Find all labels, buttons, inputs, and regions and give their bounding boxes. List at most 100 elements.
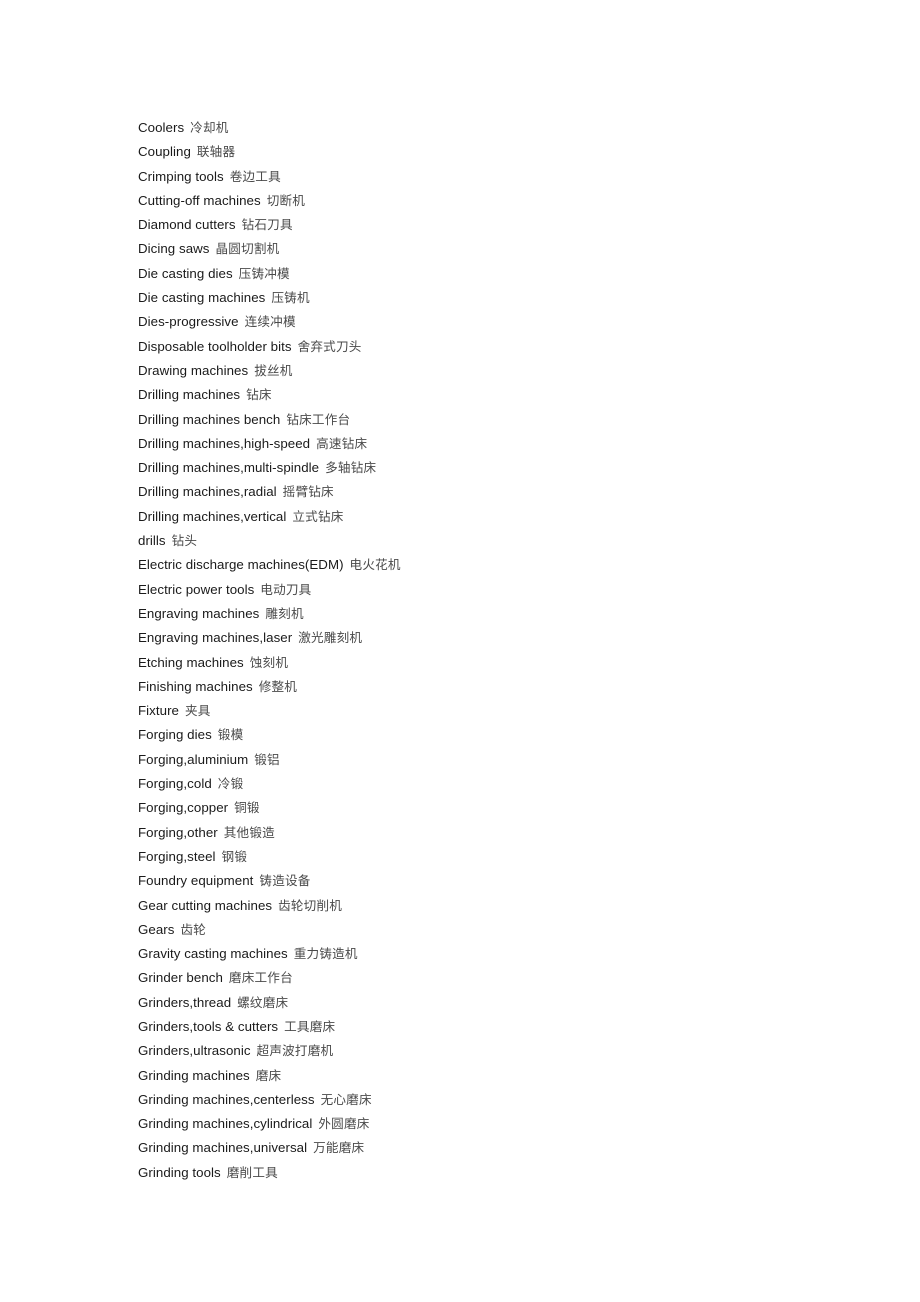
term-english: Crimping tools [138,168,224,184]
term-english: drills [138,533,166,549]
term-english: Dies-progressive [138,314,239,330]
glossary-entry: Grinders,ultrasonic 超声波打磨机 [138,1039,878,1063]
term-english: Forging,other [138,824,218,840]
term-english: Grinders,tools & cutters [138,1018,279,1034]
glossary-entry: Forging,copper 铜锻 [138,796,878,820]
term-chinese: 卷边工具 [229,168,281,184]
glossary-entry: Crimping tools 卷边工具 [138,165,878,189]
term-chinese: 高速钻床 [316,435,368,451]
glossary-list: Coolers 冷却机 Coupling 联轴器 Crimping tools 卷边工具 C… [138,116,878,1185]
glossary-entry: Cutting-off machines 切断机 [138,189,878,213]
term-chinese: 铸造设备 [259,873,311,889]
glossary-entry: Grinders,tools & cutters 工具磨床 [138,1015,878,1039]
term-english: Grinder bench [138,970,223,986]
glossary-entry: Engraving machines 雕刻机 [138,602,878,626]
term-english: Die casting dies [138,265,233,281]
term-english: Dicing saws [138,241,210,257]
term-chinese: 激光雕刻机 [298,630,363,646]
term-english: Drilling machines [138,387,241,403]
term-english: Die casting machines [138,290,266,306]
glossary-entry: Drawing machines 拔丝机 [138,359,878,383]
term-english: Grinding tools [138,1164,221,1180]
term-english: Coupling [138,144,191,160]
term-chinese: 冷却机 [190,120,229,135]
term-english: Drilling machines,high-speed [138,435,311,451]
glossary-entry: Dies-progressive 连续冲模 [138,310,878,334]
glossary-entry: Grinding machines,centerless 无心磨床 [138,1088,878,1112]
glossary-entry: Grinder bench 磨床工作台 [138,966,878,990]
term-chinese: 重力铸造机 [293,946,358,962]
glossary-entry: Coupling 联轴器 [138,140,878,164]
term-english: Etching machines [138,654,244,670]
term-chinese: 超声波打磨机 [256,1043,334,1059]
glossary-entry: Grinding machines,cylindrical 外圆磨床 [138,1112,878,1136]
term-chinese: 钢锻 [221,848,248,864]
term-english: Finishing machines [138,678,253,694]
term-chinese: 摇臂钻床 [282,484,334,500]
term-english: Grinding machines,centerless [138,1091,315,1107]
document-page: Coolers 冷却机 Coupling 联轴器 Crimping tools 卷边工具 C… [0,0,920,1302]
term-chinese: 钻床 [246,387,272,403]
term-chinese: 冷锻 [217,776,244,792]
term-chinese: 螺纹磨床 [237,994,289,1010]
glossary-entry: Gravity casting machines 重力铸造机 [138,942,878,966]
glossary-entry: Disposable toolholder bits 舍弃式刀头 [138,335,878,359]
glossary-entry: Forging,other 其他锻造 [138,821,878,845]
term-chinese: 雕刻机 [265,605,304,621]
term-english: Grinding machines,universal [138,1140,308,1156]
glossary-entry: Dicing saws 晶圆切割机 [138,237,878,261]
term-english: Drilling machines bench [138,411,281,427]
glossary-entry: Forging,cold 冷锻 [138,772,878,796]
term-chinese: 连续冲模 [244,314,296,330]
glossary-entry: Drilling machines,high-speed 高速钻床 [138,432,878,456]
glossary-entry: Grinders,thread 螺纹磨床 [138,991,878,1015]
term-english: Forging,copper [138,800,229,816]
glossary-entry: Drilling machines,radial 摇臂钻床 [138,480,878,504]
glossary-entry: Forging,aluminium 锻铝 [138,748,878,772]
glossary-entry: Gear cutting machines 齿轮切削机 [138,894,878,918]
glossary-entry: Grinding machines,universal 万能磨床 [138,1136,878,1160]
term-chinese: 锻模 [217,727,244,743]
glossary-entry: drills 钻头 [138,529,878,553]
term-chinese: 锻铝 [254,751,280,767]
glossary-entry: Foundry equipment 铸造设备 [138,869,878,893]
term-english: Electric discharge machines(EDM) [138,557,344,573]
term-english: Engraving machines,laser [138,630,293,646]
term-english: Grinders,thread [138,994,232,1010]
glossary-entry: Coolers 冷却机 [138,116,878,140]
term-english: Grinding machines,cylindrical [138,1116,313,1132]
term-chinese: 万能磨床 [313,1140,365,1156]
term-chinese: 钻头 [171,533,198,549]
glossary-entry: Fixture 夹具 [138,699,878,723]
term-chinese: 舍弃式刀头 [297,338,362,354]
term-chinese: 磨床工作台 [228,970,293,986]
term-chinese: 钻床工作台 [286,411,351,427]
term-chinese: 电动刀具 [260,581,312,597]
term-chinese: 其他锻造 [223,824,275,840]
term-english: Forging,steel [138,848,216,864]
term-english: Diamond cutters [138,217,236,233]
glossary-entry: Die casting dies 压铸冲模 [138,262,878,286]
term-chinese: 立式钻床 [292,508,344,524]
term-english: Gears [138,921,175,937]
term-english: Foundry equipment [138,873,254,889]
term-chinese: 压铸机 [271,290,310,306]
term-english: Disposable toolholder bits [138,338,292,354]
glossary-entry: Forging dies 锻模 [138,723,878,747]
term-english: Drilling machines,multi-spindle [138,460,320,476]
term-english: Drawing machines [138,362,249,378]
term-chinese: 磨床 [255,1067,282,1083]
glossary-entry: Drilling machines,vertical 立式钻床 [138,505,878,529]
term-chinese: 多轴钻床 [325,460,377,476]
term-chinese: 修整机 [258,678,298,694]
term-english: Forging dies [138,727,212,743]
term-chinese: 钻石刀具 [241,217,293,233]
term-chinese: 联轴器 [196,144,236,160]
term-english: Gear cutting machines [138,897,273,913]
glossary-entry: Engraving machines,laser 激光雕刻机 [138,626,878,650]
glossary-entry: Forging,steel 钢锻 [138,845,878,869]
term-english: Fixture [138,703,179,719]
term-chinese: 工具磨床 [284,1018,336,1034]
glossary-entry: Electric power tools 电动刀具 [138,578,878,602]
glossary-entry: Finishing machines 修整机 [138,675,878,699]
